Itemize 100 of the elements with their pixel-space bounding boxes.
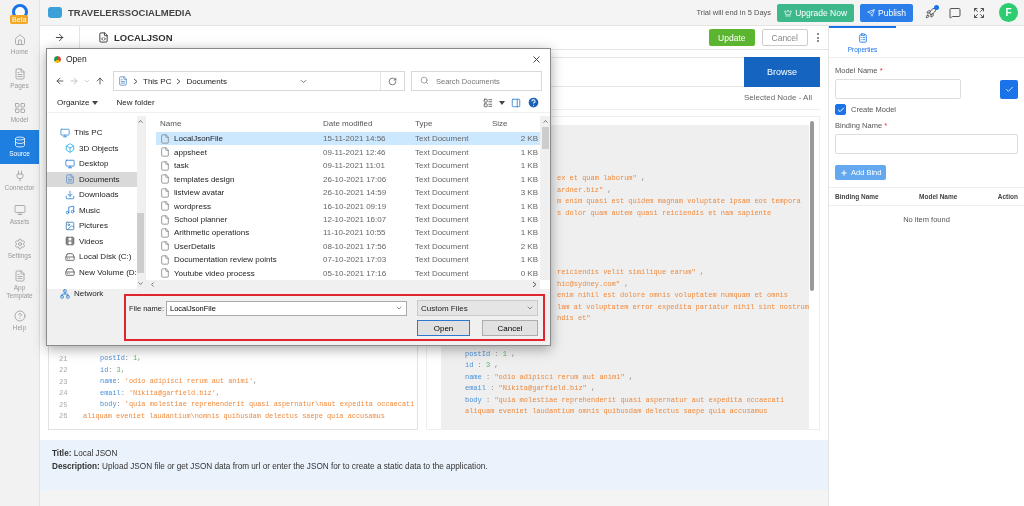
grid-icon: [13, 102, 26, 115]
file-row[interactable]: Arithmetic operations 11-10-2021 10:55 Text Document 1 KB: [156, 226, 540, 240]
rocket-icon[interactable]: [925, 6, 937, 19]
nav-item[interactable]: This PC: [47, 125, 137, 141]
desktop-icon: [65, 158, 75, 169]
file-size: 2 KB: [519, 134, 539, 144]
fullscreen-icon[interactable]: [973, 6, 985, 19]
organize-menu[interactable]: Organize: [57, 98, 99, 107]
file-size: 1 KB: [519, 201, 539, 211]
up-icon[interactable]: [95, 76, 105, 86]
file-type: Text Document: [415, 255, 470, 265]
file-type: Text Document: [415, 161, 470, 171]
file-size: 2 KB: [519, 241, 539, 251]
chevron-right-icon: [176, 77, 182, 85]
cancel-button[interactable]: Cancel: [482, 320, 538, 336]
cancel-button[interactable]: Cancel: [761, 29, 808, 46]
file-type-select[interactable]: Custom Files: [417, 300, 538, 316]
nav-item[interactable]: Music: [47, 202, 137, 218]
nav-item[interactable]: Documents: [47, 171, 137, 187]
column-header[interactable]: Type: [415, 119, 492, 129]
chat-icon[interactable]: [949, 6, 961, 19]
file-type: Text Document: [415, 188, 470, 198]
file-name: task: [174, 161, 189, 171]
scrollbar-thumb[interactable]: [810, 121, 814, 291]
file-type: Text Document: [415, 241, 470, 251]
scrollbar-thumb[interactable]: [541, 127, 549, 149]
browse-button[interactable]: Browse: [744, 57, 820, 87]
nav-item[interactable]: Desktop: [47, 156, 137, 172]
file-size: 1 KB: [519, 174, 539, 184]
forward-icon[interactable]: [69, 76, 79, 86]
monitor-icon: [13, 204, 26, 217]
file-row[interactable]: Youtube video process 05-10-2021 17:16 Text Document 0 KB: [156, 266, 540, 281]
file-row[interactable]: templates design 26-10-2021 17:06 Text Document 1 KB: [156, 172, 540, 186]
file-row[interactable]: UserDetails 08-10-2021 17:56 Text Document 2 KB: [156, 239, 540, 254]
file-size: 1 KB: [519, 215, 539, 224]
nav-item[interactable]: Network: [47, 286, 137, 302]
plus-icon: [840, 168, 848, 177]
scroll-up-icon[interactable]: [541, 118, 549, 125]
nav-item[interactable]: Downloads: [47, 187, 137, 203]
address-bar[interactable]: This PC Documents: [113, 71, 405, 91]
file-date: 12-10-2021 16:07: [323, 215, 388, 224]
nav-item[interactable]: 3D Objects: [47, 140, 137, 156]
nav-item[interactable]: New Volume (D:: [47, 264, 137, 280]
binding-name-field[interactable]: [835, 134, 1018, 154]
column-header[interactable]: Size: [492, 119, 532, 129]
file-name: templates design: [174, 174, 235, 184]
file-row[interactable]: wordpress 16-10-2021 09:19 Text Document 1 KB: [156, 199, 540, 213]
chevron-right-icon: [133, 77, 138, 85]
nav-item[interactable]: Videos: [47, 233, 137, 249]
column-header[interactable]: Name: [146, 119, 323, 129]
arrow-right-icon[interactable]: [40, 25, 80, 50]
file-icon: [160, 227, 170, 238]
file-row[interactable]: LocalJsonFile 15-11-2021 14:56 Text Document 2 KB: [156, 131, 540, 146]
downloads-icon: [65, 189, 75, 200]
caret-icon: [499, 100, 505, 105]
nav-item[interactable]: Pictures: [47, 218, 137, 234]
file-icon: [160, 187, 170, 198]
file-icon: [160, 147, 170, 158]
check-icon: [1004, 84, 1014, 94]
file-date: 26-10-2021 14:59: [323, 188, 388, 198]
chevron-right-icon: [532, 281, 537, 289]
scroll-left-icon[interactable]: [149, 281, 156, 289]
file-row[interactable]: Documentation review points 07-10-2021 17:03 Text Document 1 KB: [156, 253, 540, 267]
create-model-checkbox[interactable]: [835, 104, 846, 115]
panel-icon[interactable]: [511, 97, 521, 108]
scrollbar[interactable]: [136, 116, 145, 289]
file-row[interactable]: appsheet 09-11-2021 12:46 Text Document 1 KB: [156, 145, 540, 159]
file-name: listview avatar: [174, 188, 225, 198]
search-icon: [420, 76, 429, 85]
column-header[interactable]: Date modified: [323, 119, 415, 129]
pictures-icon: [65, 220, 75, 231]
close-icon[interactable]: [531, 53, 542, 65]
source-title: Title: Local JSON: [52, 449, 119, 458]
file-date: 08-10-2021 17:56: [323, 241, 388, 251]
view-icon[interactable]: [483, 97, 493, 108]
help-icon[interactable]: [527, 96, 540, 109]
file-name: Youtube video process: [174, 268, 255, 278]
scroll-down-icon[interactable]: [137, 280, 145, 287]
open-button[interactable]: Open: [417, 320, 470, 336]
file-row[interactable]: task 09-11-2021 11:01 Text Document 1 KB: [156, 158, 540, 173]
file-size: 1 KB: [519, 161, 539, 171]
file-date: 16-10-2021 09:19: [323, 201, 388, 211]
publish-button[interactable]: Publish: [860, 3, 913, 22]
back-icon[interactable]: [55, 76, 65, 86]
pc-icon: [60, 127, 70, 138]
cube-icon: [65, 143, 75, 154]
file-row[interactable]: School planner 12-10-2021 16:07 Text Document 1 KB: [156, 212, 540, 227]
file-type: Text Document: [415, 215, 470, 224]
scrollbar-thumb[interactable]: [137, 212, 145, 273]
scrollbar[interactable]: [540, 116, 550, 280]
confirm-button[interactable]: [1000, 79, 1018, 99]
new-folder-button[interactable]: New folder: [116, 98, 155, 107]
file-icon: [160, 241, 170, 252]
file-row[interactable]: listview avatar 26-10-2021 14:59 Text Document 3 KB: [156, 185, 540, 200]
app-name: TRAVELERSSOCIALMEDIA: [68, 7, 192, 18]
file-size: 3 KB: [519, 188, 539, 198]
nav-item[interactable]: Local Disk (C:): [47, 249, 137, 265]
caret-icon: [92, 100, 99, 105]
model-name-field[interactable]: [835, 79, 961, 99]
scroll-up-icon[interactable]: [137, 118, 145, 125]
